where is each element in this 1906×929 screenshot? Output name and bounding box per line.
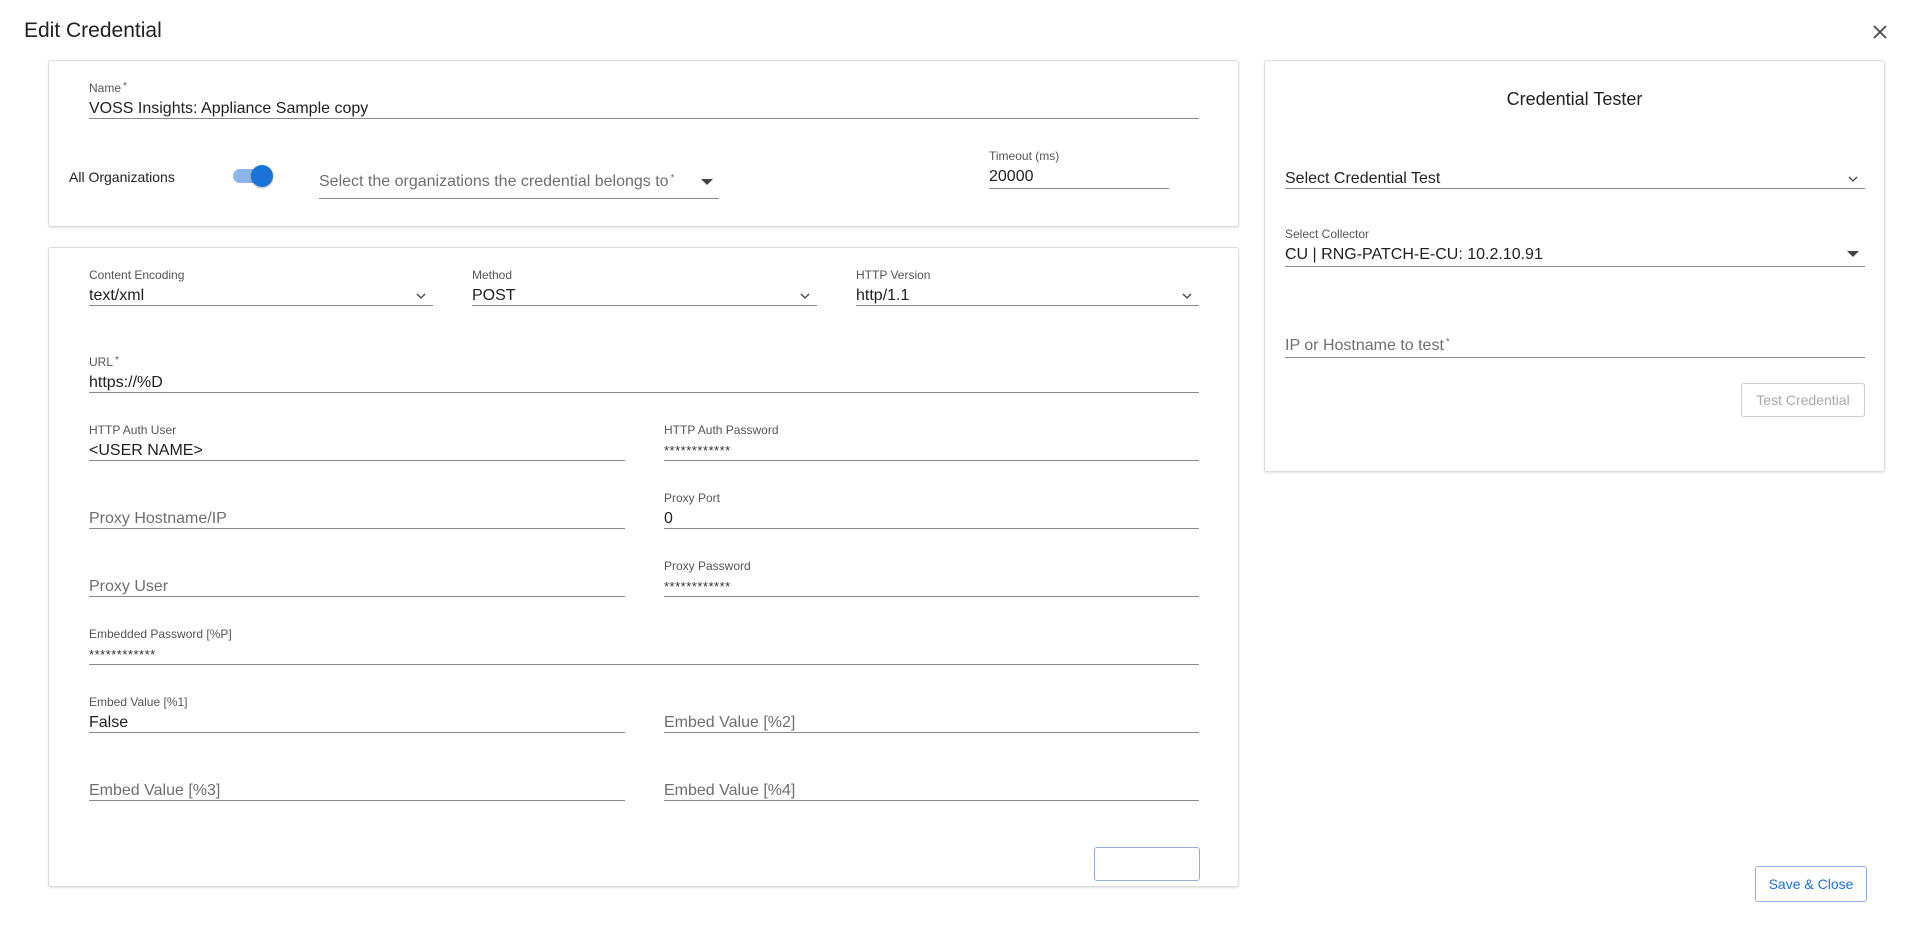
embed-value-1-value: False: [89, 714, 129, 731]
organizations-placeholder-text: Select the organizations the credential …: [319, 173, 669, 190]
host-to-test-field[interactable]: IP or Hostname to test *: [1285, 318, 1865, 358]
timeout-label: Timeout (ms): [989, 149, 1060, 163]
chevron-down-icon: [1182, 293, 1192, 299]
http-auth-password-field[interactable]: HTTP Auth Password ************: [664, 423, 1199, 461]
method-value: POST: [472, 287, 516, 304]
proxy-password-value: ************: [664, 579, 731, 594]
embed-value-3-placeholder: Embed Value [%3]: [89, 782, 221, 799]
embed-value-1-field[interactable]: Embed Value [%1] False: [89, 695, 625, 733]
credential-test-select[interactable]: Select Credential Test: [1285, 151, 1865, 189]
embed-value-4-field[interactable]: Embed Value [%4]: [664, 763, 1199, 801]
embed-value-4-placeholder: Embed Value [%4]: [664, 782, 796, 799]
required-mark: *: [115, 355, 119, 366]
content-encoding-value: text/xml: [89, 287, 145, 304]
embed-value-2-field[interactable]: Embed Value [%2]: [664, 695, 1199, 733]
credential-tester-card: Credential Tester Select Credential Test…: [1264, 60, 1885, 472]
chevron-down-icon: [416, 293, 426, 299]
host-to-test-placeholder-text: IP or Hostname to test: [1285, 337, 1444, 354]
toggle-knob: [251, 165, 273, 187]
method-label: Method: [472, 268, 513, 282]
url-label-text: URL: [89, 355, 114, 369]
proxy-password-label: Proxy Password: [664, 559, 751, 573]
method-select[interactable]: Method POST: [472, 268, 817, 306]
http-version-label: HTTP Version: [856, 268, 931, 282]
proxy-hostname-field[interactable]: Proxy Hostname/IP: [89, 491, 625, 529]
proxy-port-label: Proxy Port: [664, 491, 721, 505]
proxy-password-field[interactable]: Proxy Password ************: [664, 559, 1199, 597]
dropdown-caret-icon: [701, 179, 713, 185]
organizations-select[interactable]: Select the organizations the credential …: [319, 159, 719, 199]
content-encoding-select[interactable]: Content Encoding text/xml: [89, 268, 433, 306]
proxy-port-value: 0: [664, 510, 673, 527]
dropdown-caret-icon: [1847, 251, 1859, 257]
proxy-user-placeholder: Proxy User: [89, 578, 169, 595]
save-and-close-button[interactable]: Save & Close: [1755, 866, 1867, 902]
required-mark: *: [670, 173, 675, 184]
http-auth-password-label: HTTP Auth Password: [664, 423, 779, 437]
url-label: URL *: [89, 355, 119, 369]
collector-select[interactable]: Select Collector CU | RNG-PATCH-E-CU: 10…: [1285, 227, 1865, 267]
test-credential-button[interactable]: Test Credential: [1741, 383, 1865, 417]
http-auth-password-value: ************: [664, 443, 731, 458]
name-label-text: Name: [89, 81, 122, 95]
http-auth-user-label: HTTP Auth User: [89, 423, 177, 437]
required-mark: *: [1445, 337, 1450, 348]
embed-value-2-placeholder: Embed Value [%2]: [664, 714, 796, 731]
embedded-password-field[interactable]: Embedded Password [%P] ************: [89, 627, 1199, 665]
all-organizations-toggle[interactable]: [233, 165, 273, 187]
all-organizations-label: All Organizations: [69, 169, 175, 185]
chevron-down-icon: [800, 293, 810, 299]
name-field[interactable]: Name * VOSS Insights: Appliance Sample co…: [89, 81, 1199, 119]
http-version-select[interactable]: HTTP Version http/1.1: [856, 268, 1199, 306]
credential-test-placeholder: Select Credential Test: [1285, 170, 1441, 187]
embedded-password-label: Embedded Password [%P]: [89, 627, 232, 641]
name-value: VOSS Insights: Appliance Sample copy: [89, 100, 369, 117]
close-icon[interactable]: [1868, 20, 1892, 44]
collector-label: Select Collector: [1285, 227, 1370, 241]
proxy-port-field[interactable]: Proxy Port 0: [664, 491, 1199, 529]
name-label: Name *: [89, 81, 127, 95]
http-version-value: http/1.1: [856, 287, 910, 304]
credential-general-card: Name * VOSS Insights: Appliance Sample co…: [48, 60, 1239, 227]
timeout-value: 20000: [989, 168, 1034, 185]
url-field[interactable]: URL * https://%D: [89, 355, 1199, 393]
credential-tester-title: Credential Tester: [1506, 89, 1643, 109]
dialog-title: Edit Credential: [24, 19, 162, 42]
http-auth-user-value: <USER NAME>: [89, 442, 203, 459]
proxy-hostname-placeholder: Proxy Hostname/IP: [89, 510, 227, 527]
embedded-password-value: ************: [89, 647, 156, 662]
collector-value: CU | RNG-PATCH-E-CU: 10.2.10.91: [1285, 246, 1543, 263]
embed-value-1-label: Embed Value [%1]: [89, 695, 188, 709]
timeout-field[interactable]: Timeout (ms) 20000: [989, 149, 1169, 189]
partially-visible-button[interactable]: [1094, 847, 1200, 881]
embed-value-3-field[interactable]: Embed Value [%3]: [89, 763, 625, 801]
content-encoding-label: Content Encoding: [89, 268, 185, 282]
required-mark: *: [123, 81, 127, 92]
chevron-down-icon: [1848, 176, 1858, 182]
proxy-user-field[interactable]: Proxy User: [89, 559, 625, 597]
host-to-test-placeholder: IP or Hostname to test *: [1285, 337, 1450, 355]
credential-http-card: Content Encoding text/xml Method POST HT…: [48, 247, 1239, 887]
url-value: https://%D: [89, 374, 163, 391]
http-auth-user-field[interactable]: HTTP Auth User <USER NAME>: [89, 423, 625, 461]
organizations-placeholder: Select the organizations the credential …: [319, 173, 674, 191]
